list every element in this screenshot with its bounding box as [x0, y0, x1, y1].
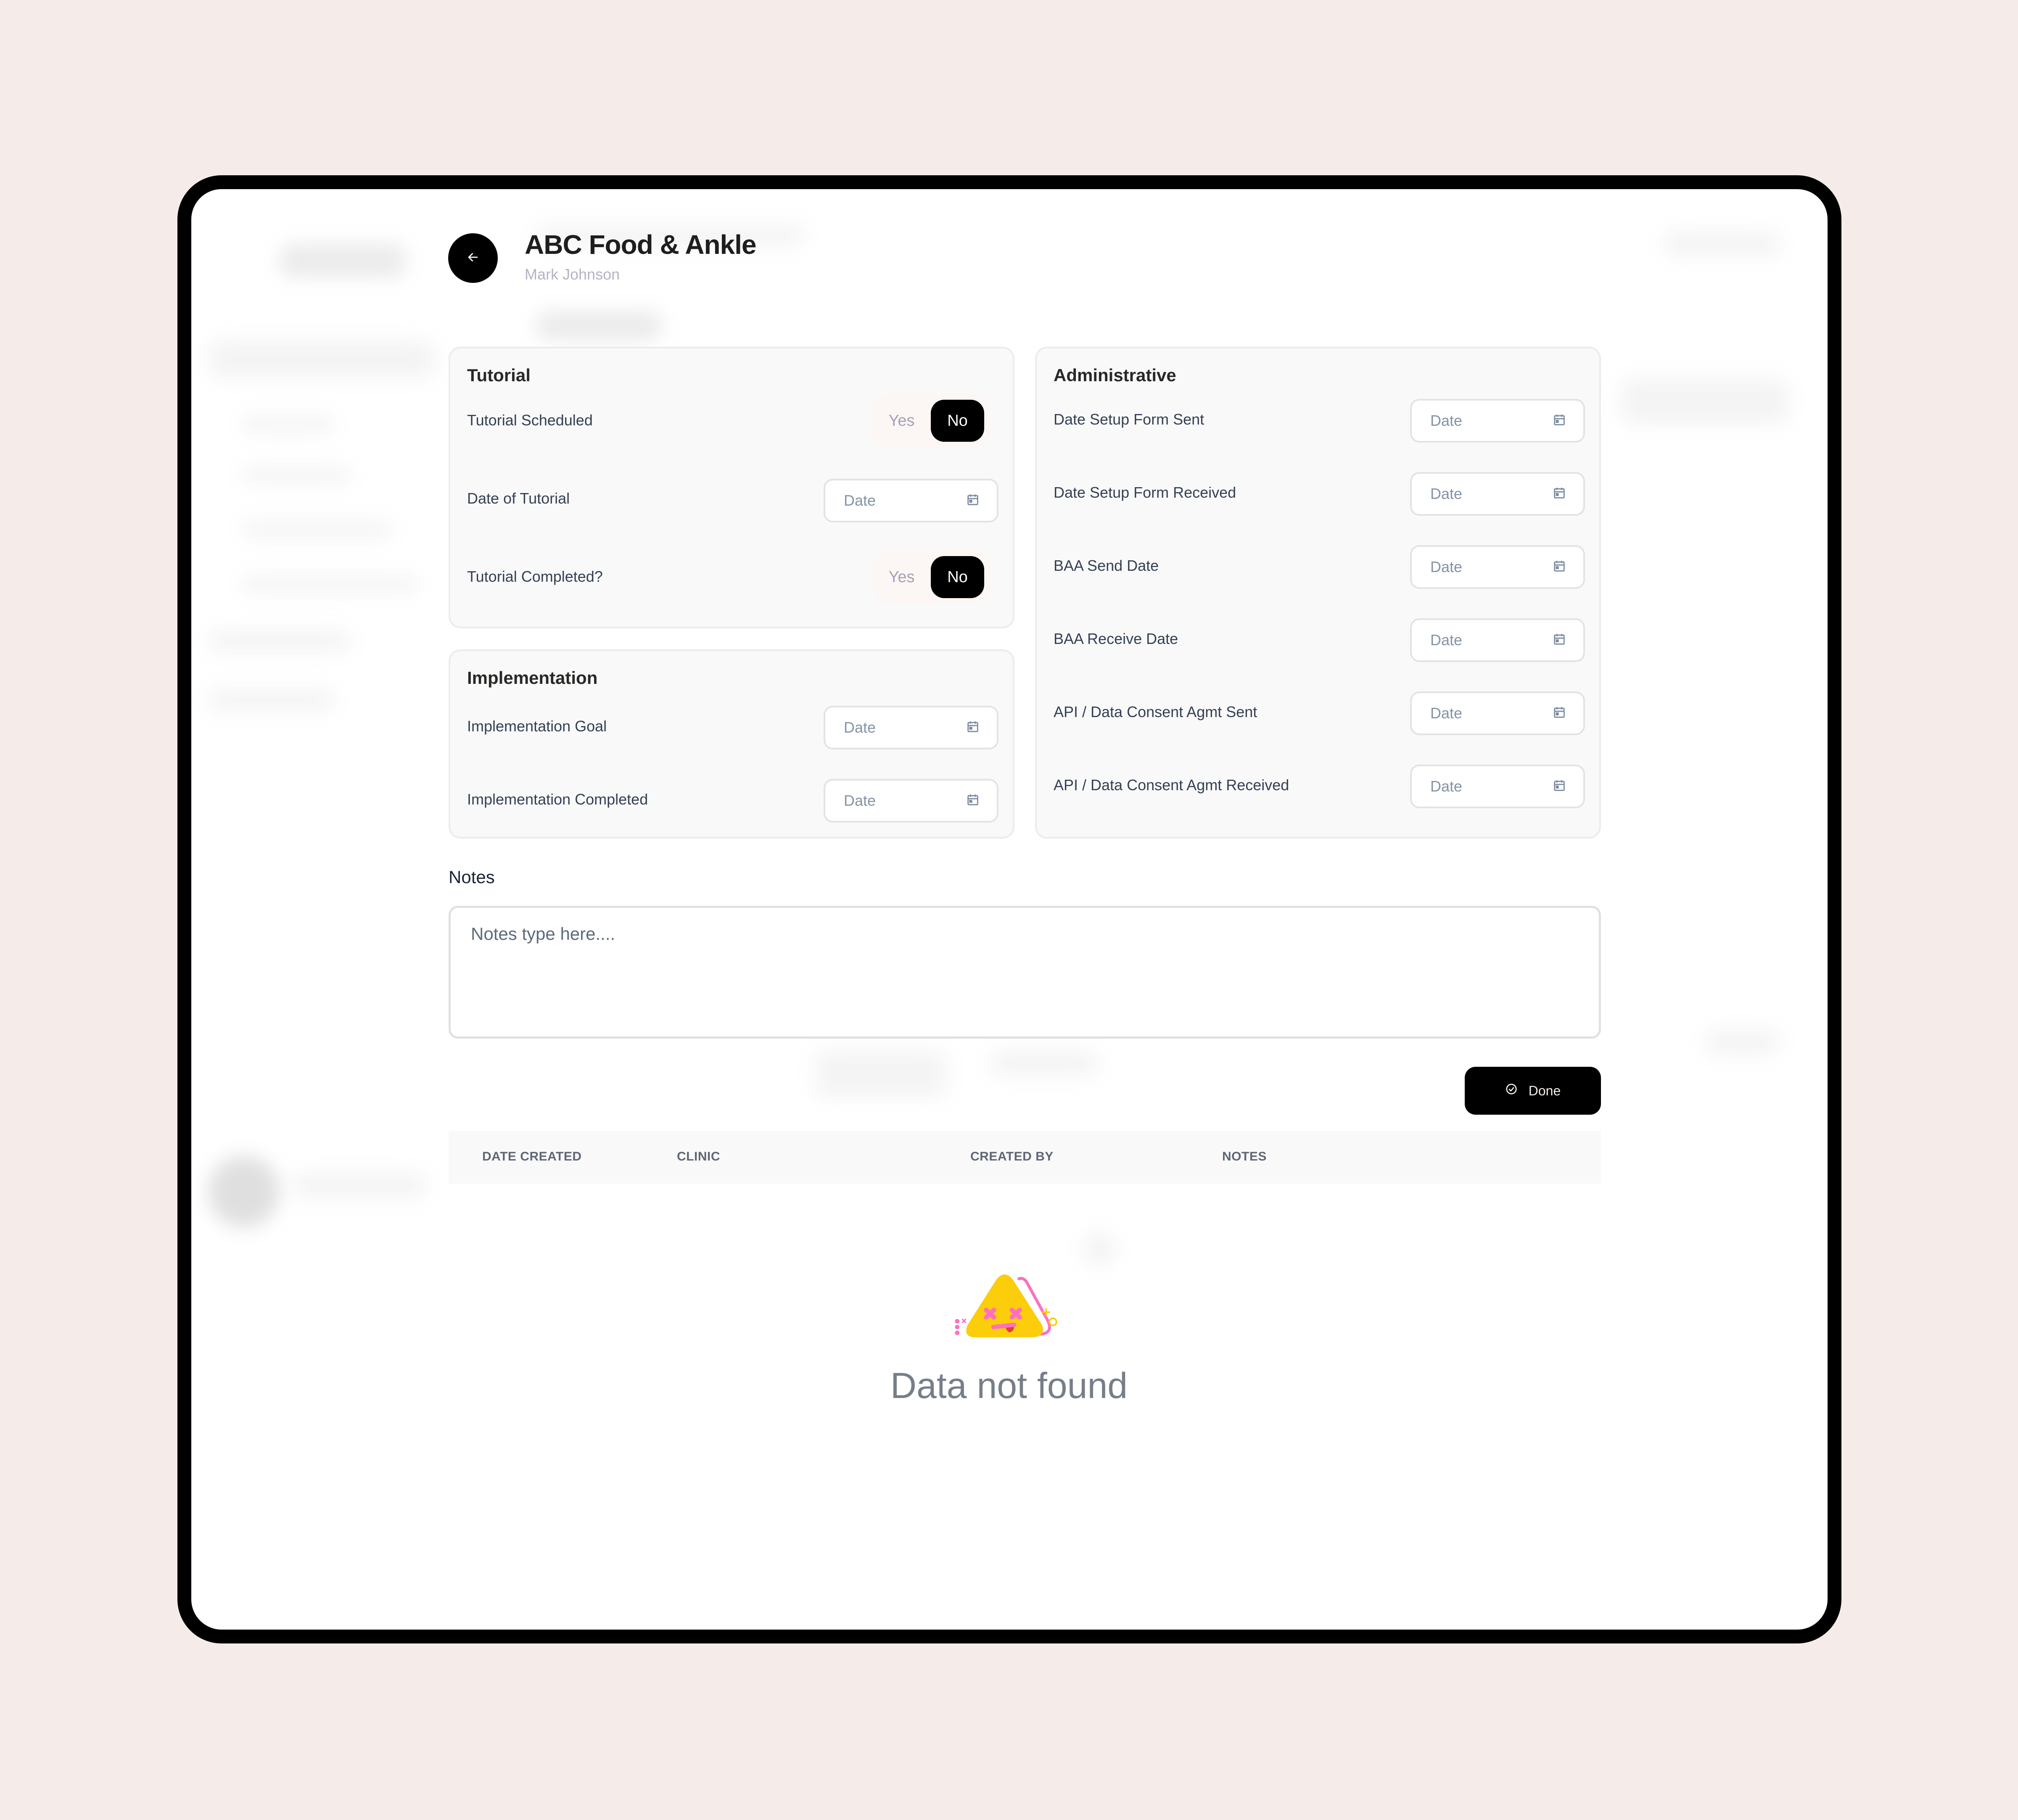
administrative-card: Administrative Date Setup Form Sent Date D…: [1035, 347, 1601, 839]
date-placeholder: Date: [1430, 778, 1463, 795]
tutorial-card: Tutorial Tutorial Scheduled Yes No Date …: [449, 347, 1014, 628]
admin-row-label: BAA Send Date: [1054, 557, 1159, 574]
notes-textarea[interactable]: [449, 906, 1601, 1039]
date-placeholder: Date: [844, 492, 876, 509]
date-placeholder: Date: [1430, 631, 1463, 649]
tutorial-completed-label: Tutorial Completed?: [467, 568, 603, 585]
tutorial-scheduled-no[interactable]: No: [930, 400, 984, 442]
arrow-left-icon: [466, 250, 480, 266]
tutorial-scheduled-yes[interactable]: Yes: [872, 412, 931, 430]
calendar-icon[interactable]: [966, 793, 980, 809]
implementation-card-title: Implementation: [467, 668, 598, 688]
calendar-icon[interactable]: [1552, 559, 1566, 575]
check-circle-icon: [1505, 1083, 1518, 1099]
calendar-icon[interactable]: [1552, 778, 1566, 795]
calendar-icon[interactable]: [1552, 705, 1566, 722]
admin-date-input[interactable]: Date: [1410, 545, 1585, 589]
column-date-created[interactable]: DATE CREATED: [482, 1150, 582, 1164]
back-button[interactable]: [448, 233, 498, 283]
admin-date-input[interactable]: Date: [1410, 399, 1585, 443]
tutorial-scheduled-label: Tutorial Scheduled: [467, 411, 593, 429]
done-label: Done: [1528, 1083, 1561, 1098]
admin-row-label: BAA Receive Date: [1054, 630, 1178, 647]
page-subtitle: Mark Johnson: [525, 266, 620, 283]
admin-row-label: API / Data Consent Agmt Sent: [1054, 703, 1257, 720]
tutorial-completed-toggle: Yes No: [872, 550, 990, 604]
implementation-completed-label: Implementation Completed: [467, 791, 648, 808]
date-of-tutorial-input[interactable]: Date: [824, 479, 998, 522]
date-placeholder: Date: [1430, 485, 1463, 502]
device-frame: ABC Food & Ankle Mark Johnson Tutorial T…: [177, 175, 1841, 1643]
calendar-icon[interactable]: [966, 720, 980, 736]
tutorial-completed-yes[interactable]: Yes: [872, 568, 931, 586]
admin-row-label: Date Setup Form Sent: [1054, 411, 1204, 428]
column-notes[interactable]: NOTES: [1222, 1150, 1267, 1164]
date-placeholder: Date: [844, 719, 876, 736]
admin-row-label: Date Setup Form Received: [1054, 484, 1236, 501]
date-placeholder: Date: [1430, 558, 1463, 575]
date-placeholder: Date: [1430, 704, 1463, 722]
calendar-icon[interactable]: [1552, 486, 1566, 502]
empty-state-text: Data not found: [890, 1366, 1128, 1406]
admin-date-input[interactable]: Date: [1410, 472, 1585, 516]
implementation-completed-input[interactable]: Date: [824, 779, 998, 823]
implementation-goal-input[interactable]: Date: [824, 706, 998, 749]
admin-row-label: API / Data Consent Agmt Received: [1054, 776, 1289, 794]
column-clinic[interactable]: CLINIC: [677, 1150, 720, 1164]
admin-date-input[interactable]: Date: [1410, 618, 1585, 662]
implementation-card: Implementation Implementation Goal Date …: [449, 649, 1014, 839]
calendar-icon[interactable]: [1552, 413, 1566, 429]
page-title: ABC Food & Ankle: [525, 229, 756, 260]
empty-state-illustration: [940, 1257, 1079, 1356]
calendar-icon[interactable]: [1552, 632, 1566, 649]
admin-date-input[interactable]: Date: [1410, 691, 1585, 735]
date-placeholder: Date: [844, 792, 876, 809]
administrative-card-title: Administrative: [1054, 365, 1176, 385]
tutorial-completed-no[interactable]: No: [930, 556, 984, 598]
calendar-icon[interactable]: [966, 493, 980, 509]
date-of-tutorial-label: Date of Tutorial: [467, 490, 570, 507]
notes-label: Notes: [449, 867, 495, 887]
column-created-by[interactable]: CREATED BY: [970, 1150, 1054, 1164]
tutorial-scheduled-toggle: Yes No: [872, 394, 990, 448]
tutorial-card-title: Tutorial: [467, 365, 531, 385]
done-button[interactable]: Done: [1465, 1067, 1601, 1115]
notes-table-header: DATE CREATED CLINIC CREATED BY NOTES: [449, 1131, 1601, 1184]
date-placeholder: Date: [1430, 412, 1463, 429]
implementation-goal-label: Implementation Goal: [467, 717, 607, 735]
admin-date-input[interactable]: Date: [1410, 765, 1585, 808]
